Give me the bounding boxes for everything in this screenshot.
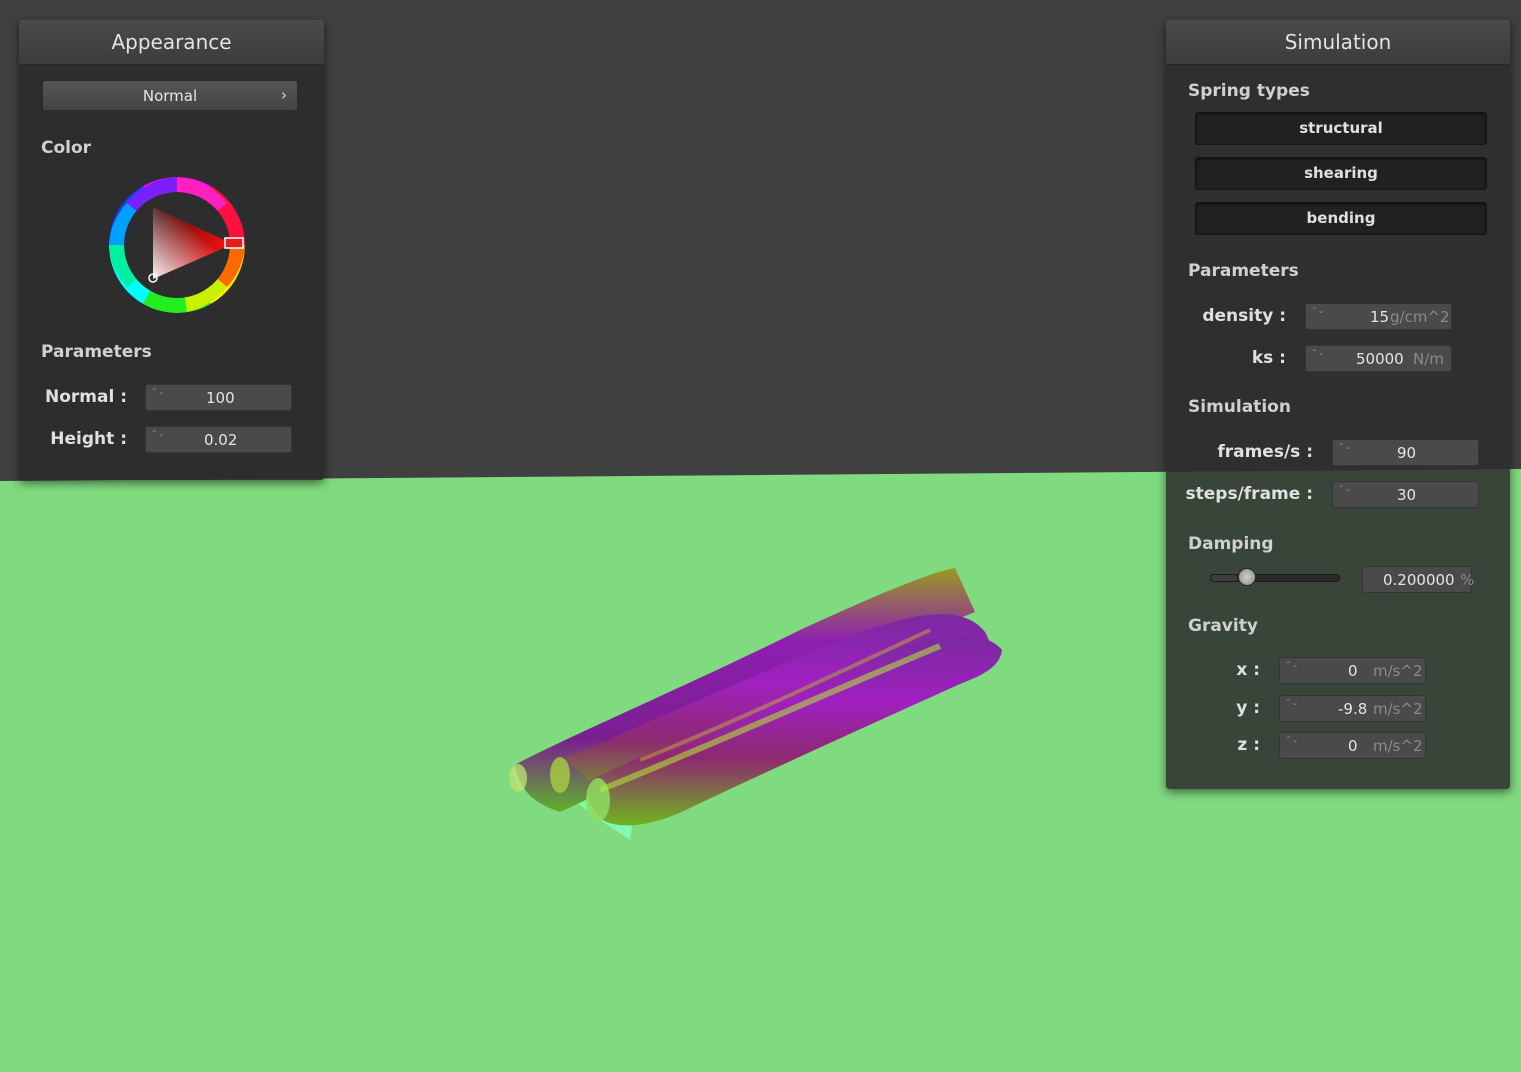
gravity-z-spinbox[interactable]: ⌃⌄ 0 m/s^2 <box>1279 732 1426 759</box>
gravity-z-label: z : <box>1237 735 1260 755</box>
appearance-parameters-label: Parameters <box>41 342 152 362</box>
spinner-arrows-icon[interactable]: ⌃⌄ <box>1311 306 1324 328</box>
height-label: Height : <box>50 429 127 449</box>
bending-toggle[interactable]: bending <box>1195 202 1487 235</box>
simulation-parameters-label: Parameters <box>1188 261 1299 281</box>
damping-unit: % <box>1460 571 1475 589</box>
gravity-x-unit: m/s^2 <box>1373 662 1423 680</box>
damping-slider-knob[interactable] <box>1237 568 1256 586</box>
density-value: 15 <box>1370 308 1390 326</box>
steps-label: steps/frame : <box>1185 484 1313 504</box>
ks-value: 50000 <box>1356 350 1404 368</box>
gravity-y-value: -9.8 <box>1338 700 1368 718</box>
spinner-arrows-icon[interactable]: ⌃⌄ <box>1285 735 1298 757</box>
gravity-z-value: 0 <box>1348 737 1358 755</box>
color-wheel[interactable] <box>107 175 247 315</box>
appearance-panel-title[interactable]: Appearance <box>19 20 324 65</box>
chevron-right-icon: › <box>281 86 287 104</box>
density-unit: g/cm^2 <box>1390 308 1450 326</box>
gravity-y-unit: m/s^2 <box>1373 700 1423 718</box>
structural-toggle[interactable]: structural <box>1195 112 1487 145</box>
ks-spinbox[interactable]: ⌃⌄ 50000 N/m <box>1305 345 1452 372</box>
steps-value: 30 <box>1397 486 1417 504</box>
gravity-y-label: y : <box>1236 698 1260 718</box>
spinner-arrows-icon[interactable]: ⌃⌄ <box>1311 348 1324 370</box>
height-spinbox[interactable]: ⌃⌄ 0.02 <box>145 426 292 453</box>
shader-popup-label: Normal <box>142 87 198 105</box>
appearance-panel: Appearance Normal › Color Parameters Nor… <box>19 20 324 480</box>
spinner-arrows-icon[interactable]: ⌃⌄ <box>1285 660 1298 682</box>
spinner-arrows-icon[interactable]: ⌃⌄ <box>151 429 164 451</box>
gravity-label: Gravity <box>1188 616 1258 636</box>
density-label: density : <box>1202 306 1286 326</box>
simulation-panel: Simulation Spring types structural shear… <box>1166 20 1510 789</box>
shearing-toggle[interactable]: shearing <box>1195 157 1487 190</box>
frames-label: frames/s : <box>1217 442 1313 462</box>
gravity-x-value: 0 <box>1348 662 1358 680</box>
hue-marker <box>224 237 244 249</box>
ks-label: ks : <box>1251 348 1286 368</box>
spinner-arrows-icon[interactable]: ⌃⌄ <box>1338 442 1351 464</box>
damping-value: 0.200000 <box>1383 571 1455 589</box>
shader-popup-button[interactable]: Normal › <box>42 80 298 111</box>
simulation-section-label: Simulation <box>1188 397 1291 417</box>
spinner-arrows-icon[interactable]: ⌃⌄ <box>1338 484 1351 506</box>
damping-label: Damping <box>1188 534 1274 554</box>
height-value: 0.02 <box>204 431 238 449</box>
spring-types-label: Spring types <box>1188 81 1310 101</box>
gravity-y-spinbox[interactable]: ⌃⌄ -9.8 m/s^2 <box>1279 695 1426 722</box>
normal-value: 100 <box>206 389 235 407</box>
spinner-arrows-icon[interactable]: ⌃⌄ <box>1285 698 1298 720</box>
damping-value-box[interactable]: 0.200000 % <box>1362 566 1475 593</box>
gravity-z-unit: m/s^2 <box>1373 737 1423 755</box>
frames-value: 90 <box>1397 444 1417 462</box>
ks-unit: N/m <box>1413 350 1444 368</box>
color-section-label: Color <box>41 138 92 158</box>
normal-label: Normal : <box>44 387 127 407</box>
frames-spinbox[interactable]: ⌃⌄ 90 <box>1332 439 1479 466</box>
steps-spinbox[interactable]: ⌃⌄ 30 <box>1332 481 1479 508</box>
simulation-panel-title[interactable]: Simulation <box>1166 20 1510 65</box>
damping-slider-track[interactable] <box>1210 574 1340 582</box>
spinner-arrows-icon[interactable]: ⌃⌄ <box>151 387 164 409</box>
gravity-x-label: x : <box>1236 660 1260 680</box>
density-spinbox[interactable]: ⌃⌄ 15 g/cm^2 <box>1305 303 1452 330</box>
damping-slider-fill <box>1211 575 1237 581</box>
normal-spinbox[interactable]: ⌃⌄ 100 <box>145 384 292 411</box>
gravity-x-spinbox[interactable]: ⌃⌄ 0 m/s^2 <box>1279 657 1426 684</box>
